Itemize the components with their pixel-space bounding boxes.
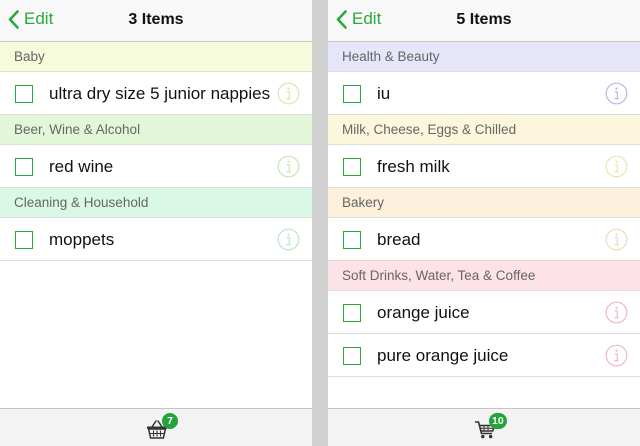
section-header-milk-cheese-eggs-chilled: Milk, Cheese, Eggs & Chilled [328,115,640,145]
info-icon[interactable] [605,344,628,367]
section-header-bakery: Bakery [328,188,640,218]
cart-count-badge: 10 [489,413,507,429]
info-icon[interactable] [277,82,300,105]
section-header-health-beauty: Health & Beauty [328,42,640,72]
edit-button[interactable]: Edit [8,9,53,29]
section-header-soft-drinks: Soft Drinks, Water, Tea & Coffee [328,261,640,291]
item-checkbox[interactable] [15,85,33,103]
right-screen: Edit 5 Items Health & Beauty iu Milk, Ch… [328,0,640,446]
list-item[interactable]: red wine [0,145,312,188]
item-checkbox[interactable] [15,158,33,176]
info-icon[interactable] [277,155,300,178]
left-screen: Edit 3 Items Baby ultra dry size 5 junio… [0,0,312,446]
back-chevron-icon [336,9,347,29]
edit-label: Edit [352,9,382,28]
item-checkbox[interactable] [343,158,361,176]
list-item[interactable]: iu [328,72,640,115]
list-item[interactable]: moppets [0,218,312,261]
item-checkbox[interactable] [343,231,361,249]
item-checkbox[interactable] [343,304,361,322]
item-label: ultra dry size 5 junior nappies [49,84,271,103]
info-icon[interactable] [277,228,300,251]
screens: Edit 3 Items Baby ultra dry size 5 junio… [0,0,640,446]
item-checkbox[interactable] [15,231,33,249]
info-icon[interactable] [605,228,628,251]
navigation-bar: Edit 5 Items [328,0,640,42]
list-item[interactable]: bread [328,218,640,261]
section-header-cleaning-household: Cleaning & Household [0,188,312,218]
navigation-bar: Edit 3 Items [0,0,312,42]
item-checkbox[interactable] [343,347,361,365]
edit-label: Edit [24,9,54,28]
info-icon[interactable] [605,82,628,105]
basket-count-badge: 7 [162,413,178,429]
item-label: moppets [49,230,115,249]
list-item[interactable]: ultra dry size 5 junior nappies [0,72,312,115]
edit-button[interactable]: Edit [336,9,381,29]
item-label: orange juice [377,303,470,322]
list-item[interactable]: fresh milk [328,145,640,188]
info-icon[interactable] [605,301,628,324]
tab-bar: 10 [328,408,640,446]
item-label: red wine [49,157,114,176]
item-label: bread [377,230,421,249]
list-item[interactable]: pure orange juice [328,334,640,377]
item-checkbox[interactable] [343,85,361,103]
tab-bar: 7 [0,408,312,446]
info-icon[interactable] [605,155,628,178]
item-label: pure orange juice [377,346,509,365]
item-label: iu [377,84,391,103]
back-chevron-icon [8,9,19,29]
section-header-beer-wine-alcohol: Beer, Wine & Alcohol [0,115,312,145]
item-label: fresh milk [377,157,450,176]
list-item[interactable]: orange juice [328,291,640,334]
section-header-baby: Baby [0,42,312,72]
